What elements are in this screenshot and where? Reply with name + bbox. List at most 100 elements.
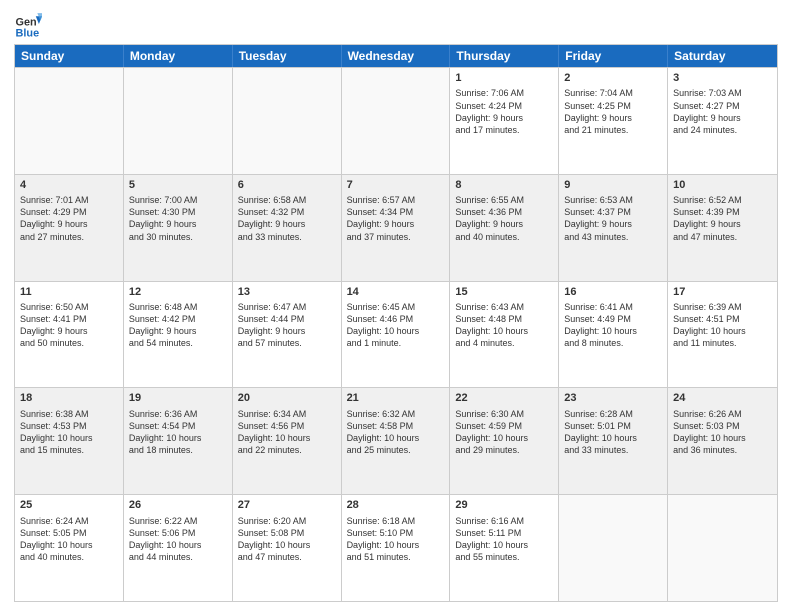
- cell-text: Sunrise: 6:16 AMSunset: 5:11 PMDaylight:…: [455, 515, 553, 564]
- cell-text: Sunrise: 6:48 AMSunset: 4:42 PMDaylight:…: [129, 301, 227, 350]
- cal-cell: 21 Sunrise: 6:32 AMSunset: 4:58 PMDayligh…: [342, 388, 451, 494]
- day-number: 1: [455, 71, 553, 86]
- day-number: 28: [347, 498, 445, 513]
- day-number: 9: [564, 178, 662, 193]
- cal-cell: 12Sunrise: 6:48 AMSunset: 4:42 PMDayligh…: [124, 282, 233, 388]
- day-number: 8: [455, 178, 553, 193]
- cal-cell: [233, 68, 342, 174]
- logo: Gen Blue: [14, 10, 46, 38]
- cal-cell: 10Sunrise: 6:52 AMSunset: 4:39 PMDayligh…: [668, 175, 777, 281]
- day-number: 11: [20, 285, 118, 300]
- day-number: 27: [238, 498, 336, 513]
- day-number: 29: [455, 498, 553, 513]
- cell-text: Sunrise: 6:57 AMSunset: 4:34 PMDaylight:…: [347, 194, 445, 243]
- cell-text: Sunrise: 6:30 AMSunset: 4:59 PMDaylight:…: [455, 408, 553, 457]
- cal-cell: 22 Sunrise: 6:30 AMSunset: 4:59 PMDayligh…: [450, 388, 559, 494]
- day-header-tuesday: Tuesday: [233, 45, 342, 67]
- cal-cell: 11Sunrise: 6:50 AMSunset: 4:41 PMDayligh…: [15, 282, 124, 388]
- day-header-sunday: Sunday: [15, 45, 124, 67]
- cell-text: Sunrise: 6:39 AMSunset: 4:51 PMDaylight:…: [673, 301, 772, 350]
- cell-text: Sunrise: 7:04 AMSunset: 4:25 PMDaylight:…: [564, 87, 662, 136]
- day-number: 6: [238, 178, 336, 193]
- cell-text: Sunrise: 7:00 AMSunset: 4:30 PMDaylight:…: [129, 194, 227, 243]
- calendar-row-4: 18 Sunrise: 6:38 AMSunset: 4:53 PMDayligh…: [15, 387, 777, 494]
- page: Gen Blue SundayMondayTuesdayWednesdayThu…: [0, 0, 792, 612]
- calendar-header: SundayMondayTuesdayWednesdayThursdayFrid…: [15, 45, 777, 67]
- cell-text: Sunrise: 7:06 AMSunset: 4:24 PMDaylight:…: [455, 87, 553, 136]
- cell-text: Sunrise: 6:50 AMSunset: 4:41 PMDaylight:…: [20, 301, 118, 350]
- cal-cell: [668, 495, 777, 601]
- cal-cell: 13Sunrise: 6:47 AMSunset: 4:44 PMDayligh…: [233, 282, 342, 388]
- day-number: 23: [564, 391, 662, 406]
- calendar-body: 1Sunrise: 7:06 AMSunset: 4:24 PMDaylight…: [15, 67, 777, 601]
- calendar-row-2: 4Sunrise: 7:01 AMSunset: 4:29 PMDaylight…: [15, 174, 777, 281]
- cell-text: Sunrise: 6:53 AMSunset: 4:37 PMDaylight:…: [564, 194, 662, 243]
- cell-text: Sunrise: 6:38 AMSunset: 4:53 PMDaylight:…: [20, 408, 118, 457]
- cell-text: Sunrise: 7:01 AMSunset: 4:29 PMDaylight:…: [20, 194, 118, 243]
- cell-text: Sunrise: 6:34 AMSunset: 4:56 PMDaylight:…: [238, 408, 336, 457]
- cal-cell: 23 Sunrise: 6:28 AMSunset: 5:01 PMDayligh…: [559, 388, 668, 494]
- cell-text: Sunrise: 6:45 AMSunset: 4:46 PMDaylight:…: [347, 301, 445, 350]
- cal-cell: 19 Sunrise: 6:36 AMSunset: 4:54 PMDayligh…: [124, 388, 233, 494]
- cal-cell: 28Sunrise: 6:18 AMSunset: 5:10 PMDayligh…: [342, 495, 451, 601]
- day-number: 17: [673, 285, 772, 300]
- svg-text:Blue: Blue: [16, 27, 40, 38]
- logo-icon: Gen Blue: [14, 10, 42, 38]
- cal-cell: [559, 495, 668, 601]
- calendar: SundayMondayTuesdayWednesdayThursdayFrid…: [14, 44, 778, 602]
- cell-text: Sunrise: 6:22 AMSunset: 5:06 PMDaylight:…: [129, 515, 227, 564]
- cal-cell: 16Sunrise: 6:41 AMSunset: 4:49 PMDayligh…: [559, 282, 668, 388]
- cal-cell: 6Sunrise: 6:58 AMSunset: 4:32 PMDaylight…: [233, 175, 342, 281]
- day-number: 10: [673, 178, 772, 193]
- cal-cell: 3Sunrise: 7:03 AMSunset: 4:27 PMDaylight…: [668, 68, 777, 174]
- cal-cell: 17Sunrise: 6:39 AMSunset: 4:51 PMDayligh…: [668, 282, 777, 388]
- cell-text: Sunrise: 6:20 AMSunset: 5:08 PMDaylight:…: [238, 515, 336, 564]
- cal-cell: 2Sunrise: 7:04 AMSunset: 4:25 PMDaylight…: [559, 68, 668, 174]
- cal-cell: [124, 68, 233, 174]
- calendar-row-5: 25 Sunrise: 6:24 AMSunset: 5:05 PMDayligh…: [15, 494, 777, 601]
- cell-text: Sunrise: 6:43 AMSunset: 4:48 PMDaylight:…: [455, 301, 553, 350]
- day-number: 21: [347, 391, 445, 406]
- day-header-wednesday: Wednesday: [342, 45, 451, 67]
- cal-cell: 15Sunrise: 6:43 AMSunset: 4:48 PMDayligh…: [450, 282, 559, 388]
- day-number: 7: [347, 178, 445, 193]
- day-number: 18: [20, 391, 118, 406]
- cal-cell: 20 Sunrise: 6:34 AMSunset: 4:56 PMDayligh…: [233, 388, 342, 494]
- cell-text: Sunrise: 6:24 AMSunset: 5:05 PMDaylight:…: [20, 515, 118, 564]
- cal-cell: 14Sunrise: 6:45 AMSunset: 4:46 PMDayligh…: [342, 282, 451, 388]
- cal-cell: 29 Sunrise: 6:16 AMSunset: 5:11 PMDayligh…: [450, 495, 559, 601]
- day-number: 5: [129, 178, 227, 193]
- day-number: 14: [347, 285, 445, 300]
- day-number: 20: [238, 391, 336, 406]
- cell-text: Sunrise: 6:26 AMSunset: 5:03 PMDaylight:…: [673, 408, 772, 457]
- cal-cell: 1Sunrise: 7:06 AMSunset: 4:24 PMDaylight…: [450, 68, 559, 174]
- cell-text: Sunrise: 6:32 AMSunset: 4:58 PMDaylight:…: [347, 408, 445, 457]
- day-header-thursday: Thursday: [450, 45, 559, 67]
- calendar-row-1: 1Sunrise: 7:06 AMSunset: 4:24 PMDaylight…: [15, 67, 777, 174]
- cal-cell: 7Sunrise: 6:57 AMSunset: 4:34 PMDaylight…: [342, 175, 451, 281]
- cell-text: Sunrise: 7:03 AMSunset: 4:27 PMDaylight:…: [673, 87, 772, 136]
- calendar-row-3: 11Sunrise: 6:50 AMSunset: 4:41 PMDayligh…: [15, 281, 777, 388]
- cell-text: Sunrise: 6:28 AMSunset: 5:01 PMDaylight:…: [564, 408, 662, 457]
- header: Gen Blue: [14, 10, 778, 38]
- cal-cell: 5Sunrise: 7:00 AMSunset: 4:30 PMDaylight…: [124, 175, 233, 281]
- day-header-friday: Friday: [559, 45, 668, 67]
- day-number: 12: [129, 285, 227, 300]
- cal-cell: 26 Sunrise: 6:22 AMSunset: 5:06 PMDayligh…: [124, 495, 233, 601]
- cell-text: Sunrise: 6:55 AMSunset: 4:36 PMDaylight:…: [455, 194, 553, 243]
- day-number: 16: [564, 285, 662, 300]
- cal-cell: 9Sunrise: 6:53 AMSunset: 4:37 PMDaylight…: [559, 175, 668, 281]
- cal-cell: [15, 68, 124, 174]
- cal-cell: 18 Sunrise: 6:38 AMSunset: 4:53 PMDayligh…: [15, 388, 124, 494]
- day-number: 19: [129, 391, 227, 406]
- cell-text: Sunrise: 6:52 AMSunset: 4:39 PMDaylight:…: [673, 194, 772, 243]
- cell-text: Sunrise: 6:36 AMSunset: 4:54 PMDaylight:…: [129, 408, 227, 457]
- day-number: 25: [20, 498, 118, 513]
- cell-text: Sunrise: 6:41 AMSunset: 4:49 PMDaylight:…: [564, 301, 662, 350]
- cal-cell: 24 Sunrise: 6:26 AMSunset: 5:03 PMDayligh…: [668, 388, 777, 494]
- day-number: 26: [129, 498, 227, 513]
- day-number: 24: [673, 391, 772, 406]
- day-number: 3: [673, 71, 772, 86]
- day-number: 22: [455, 391, 553, 406]
- cell-text: Sunrise: 6:58 AMSunset: 4:32 PMDaylight:…: [238, 194, 336, 243]
